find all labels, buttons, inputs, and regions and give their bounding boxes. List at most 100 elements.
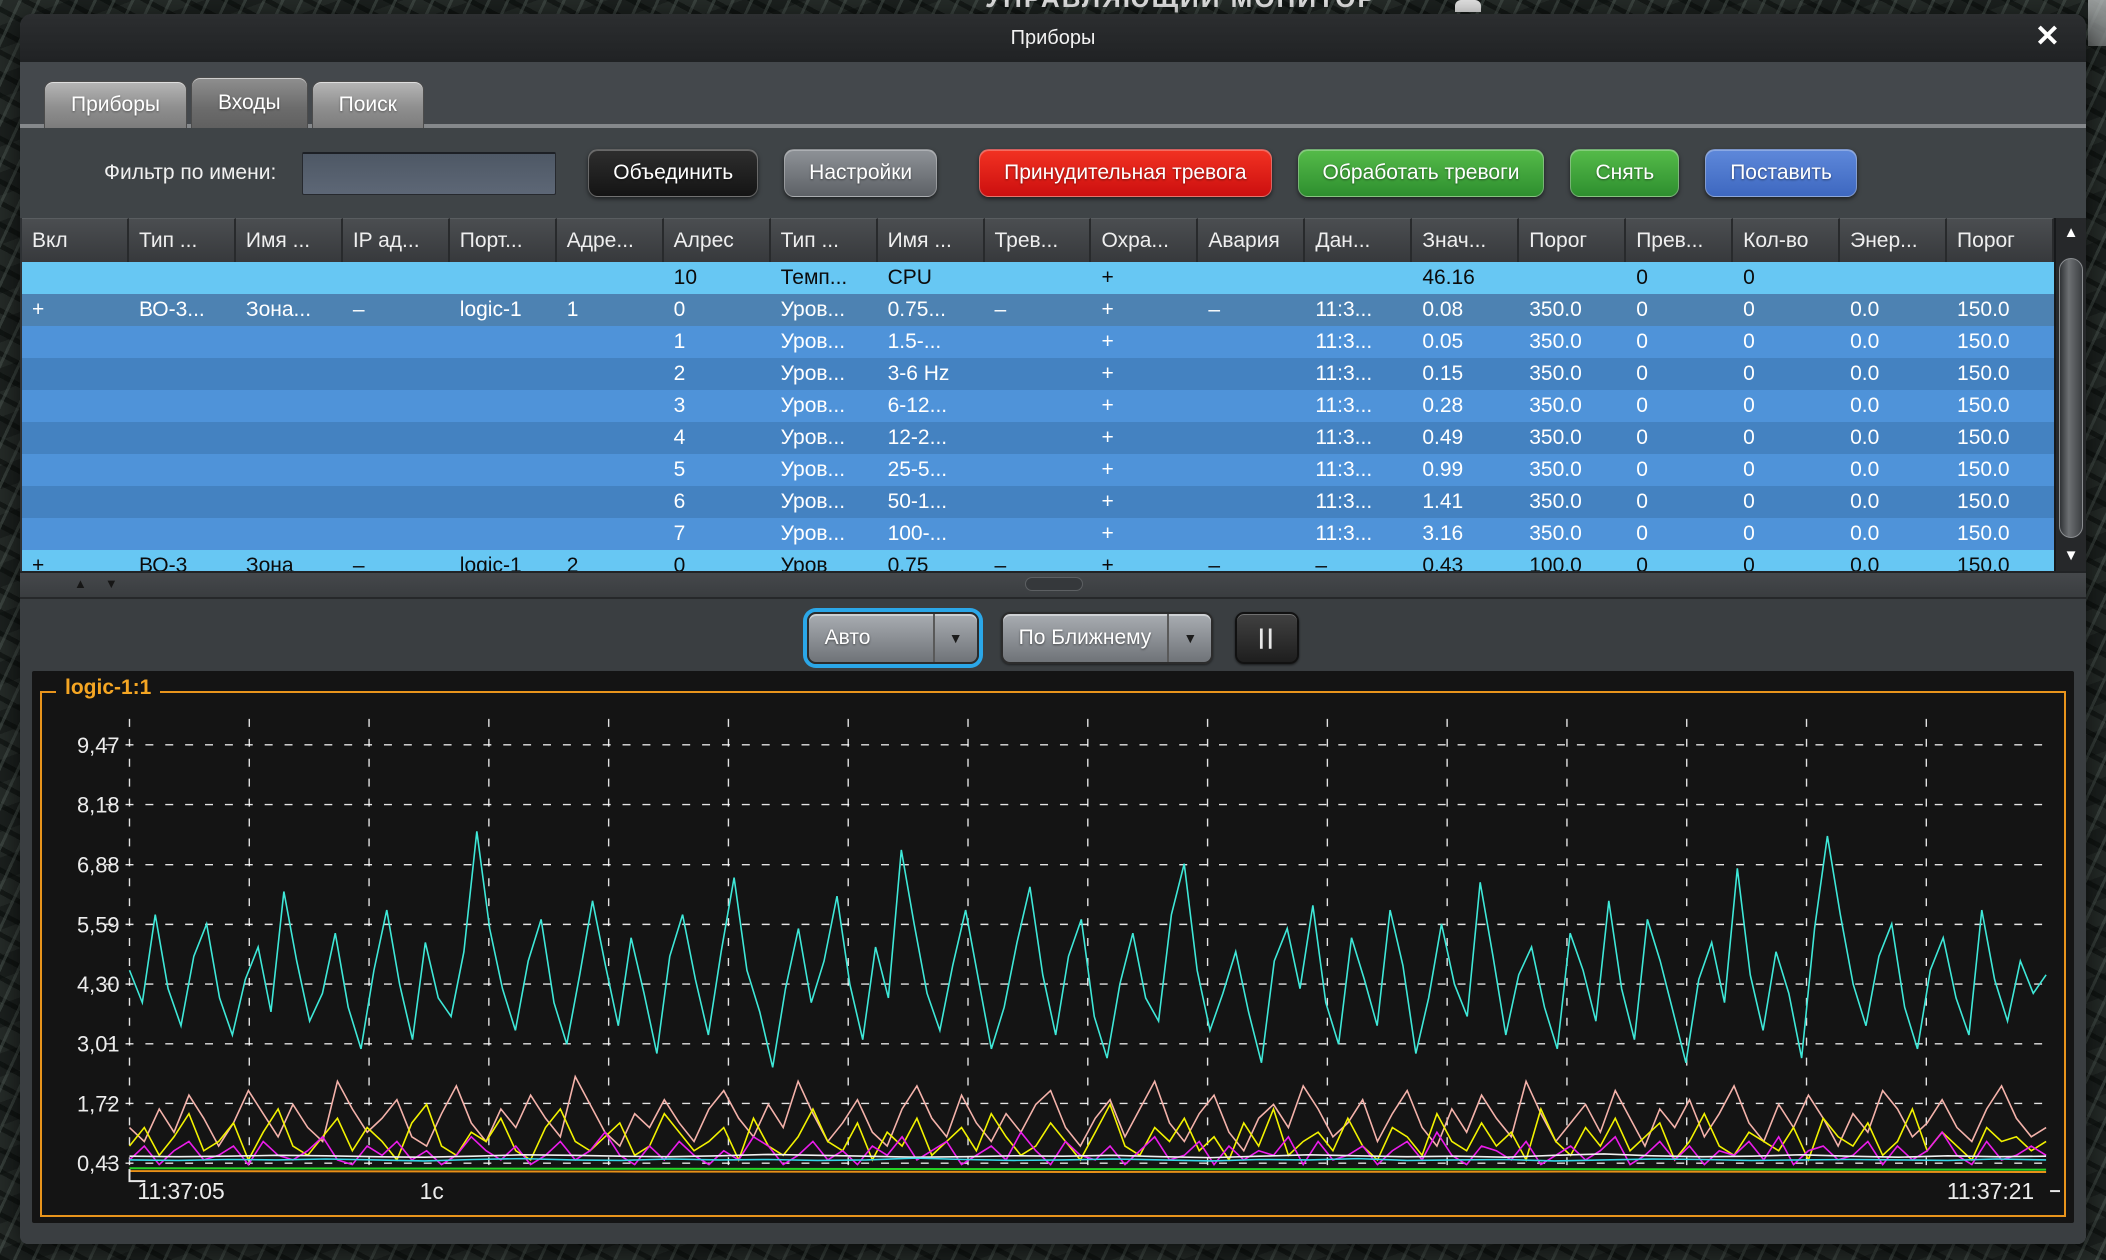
process-alarms-button[interactable]: Обработать тревоги bbox=[1298, 149, 1545, 197]
dialog-title: Приборы bbox=[1011, 27, 1096, 50]
svg-text:3,01: 3,01 bbox=[77, 1032, 120, 1057]
column-header[interactable]: Алрес bbox=[664, 218, 771, 262]
cell: + bbox=[1091, 486, 1198, 518]
column-header[interactable]: Порог bbox=[1947, 218, 2054, 262]
cell: 0 bbox=[1626, 422, 1733, 454]
cell bbox=[1198, 326, 1305, 358]
tab-inputs[interactable]: Входы bbox=[191, 77, 308, 128]
cell bbox=[557, 262, 664, 294]
cell: + bbox=[22, 550, 129, 571]
cell: Уров... bbox=[771, 422, 878, 454]
merge-button[interactable]: Объединить bbox=[588, 149, 758, 197]
scroll-up-icon[interactable]: ▲ bbox=[2056, 220, 2086, 246]
cell: 0.05 bbox=[1412, 326, 1519, 358]
cell: logic-1 bbox=[450, 550, 557, 571]
filter-input[interactable] bbox=[302, 152, 556, 195]
cell: 350.0 bbox=[1519, 390, 1626, 422]
column-header[interactable]: Имя ... bbox=[878, 218, 985, 262]
scale-mode-select[interactable]: Авто ▼ bbox=[807, 612, 979, 664]
cell: 3-6 Hz bbox=[878, 358, 985, 390]
cell: 0.43 bbox=[1412, 550, 1519, 571]
cell: 0.0 bbox=[1840, 390, 1947, 422]
tab-devices[interactable]: Приборы bbox=[44, 81, 187, 128]
scrollbar-thumb[interactable] bbox=[2059, 258, 2083, 538]
table-row[interactable]: 6Уров...50-1...+11:3...1.41350.0000.0150… bbox=[22, 486, 2054, 518]
column-header[interactable]: Знач... bbox=[1412, 218, 1519, 262]
table-row[interactable]: 2Уров...3-6 Hz+11:3...0.15350.0000.0150.… bbox=[22, 358, 2054, 390]
arm-button[interactable]: Поставить bbox=[1705, 149, 1857, 197]
column-header[interactable]: Тип ... bbox=[129, 218, 236, 262]
cell: 350.0 bbox=[1519, 518, 1626, 550]
cell: ВО-3... bbox=[129, 294, 236, 326]
cell bbox=[985, 486, 1092, 518]
cell: 7 bbox=[664, 518, 771, 550]
cell: 1.5-... bbox=[878, 326, 985, 358]
column-header[interactable]: Дан... bbox=[1305, 218, 1412, 262]
series-level-band-high bbox=[129, 831, 2046, 1067]
vertical-scrollbar[interactable]: ▲ ▼ bbox=[2054, 218, 2086, 571]
cell: Зона... bbox=[236, 294, 343, 326]
cell: Уров bbox=[771, 550, 878, 571]
table-row[interactable]: +ВО-3Зона–logic-120Уров0.75–+––0.43100.0… bbox=[22, 550, 2054, 571]
disarm-button[interactable]: Снять bbox=[1570, 149, 1679, 197]
cell bbox=[343, 486, 450, 518]
cell: – bbox=[1198, 294, 1305, 326]
cell: 0 bbox=[1733, 326, 1840, 358]
chart-svg: 9,478,186,885,594,303,011,720,4311:37:05… bbox=[44, 695, 2062, 1213]
cell: 150.0 bbox=[1947, 518, 2054, 550]
cell: 350.0 bbox=[1519, 326, 1626, 358]
cell: – bbox=[985, 294, 1092, 326]
cell: 0 bbox=[1733, 422, 1840, 454]
force-alarm-button[interactable]: Принудительная тревога bbox=[979, 149, 1271, 197]
cell bbox=[22, 422, 129, 454]
background-window-edge bbox=[2088, 0, 2106, 46]
pause-button[interactable]: || bbox=[1235, 612, 1299, 664]
column-header[interactable]: Охра... bbox=[1091, 218, 1198, 262]
splitter-down-icon[interactable]: ▼ bbox=[105, 576, 118, 591]
column-header[interactable]: Кол-во bbox=[1733, 218, 1840, 262]
cell: 4 bbox=[664, 422, 771, 454]
column-header[interactable]: Трев... bbox=[985, 218, 1092, 262]
cell: 0.75 bbox=[878, 550, 985, 571]
splitter-bar[interactable]: ▲ ▼ bbox=[20, 571, 2086, 599]
svg-text:11:37:05: 11:37:05 bbox=[137, 1178, 224, 1204]
cell: 0 bbox=[1733, 550, 1840, 571]
cell bbox=[1519, 262, 1626, 294]
scroll-down-icon[interactable]: ▼ bbox=[2056, 543, 2086, 569]
column-header[interactable]: Тип ... bbox=[771, 218, 878, 262]
splitter-handle[interactable] bbox=[1025, 577, 1083, 591]
cell bbox=[557, 422, 664, 454]
table-row[interactable]: 3Уров...6-12...+11:3...0.28350.0000.0150… bbox=[22, 390, 2054, 422]
table-row[interactable]: +ВО-3...Зона...–logic-110Уров...0.75...–… bbox=[22, 294, 2054, 326]
table-row[interactable]: 1Уров...1.5-...+11:3...0.05350.0000.0150… bbox=[22, 326, 2054, 358]
cell: Уров... bbox=[771, 326, 878, 358]
column-header[interactable]: IP ад... bbox=[343, 218, 450, 262]
cell: + bbox=[1091, 326, 1198, 358]
inputs-table: ВклТип ...Имя ...IP ад...Порт...Адре...А… bbox=[22, 218, 2054, 571]
filter-label: Фильтр по имени: bbox=[104, 161, 276, 185]
column-header[interactable]: Вкл bbox=[22, 218, 129, 262]
close-icon[interactable]: ✕ bbox=[2035, 20, 2060, 54]
cell bbox=[1947, 262, 2054, 294]
column-header[interactable]: Имя ... bbox=[236, 218, 343, 262]
tab-search[interactable]: Поиск bbox=[312, 81, 424, 128]
svg-text:9,47: 9,47 bbox=[77, 733, 120, 758]
column-header[interactable]: Порт... bbox=[450, 218, 557, 262]
column-header[interactable]: Авария bbox=[1198, 218, 1305, 262]
settings-button[interactable]: Настройки bbox=[784, 149, 937, 197]
cell bbox=[1198, 454, 1305, 486]
cell bbox=[343, 518, 450, 550]
table-row[interactable]: 7Уров...100-...+11:3...3.16350.0000.0150… bbox=[22, 518, 2054, 550]
table-row[interactable]: 5Уров...25-5...+11:3...0.99350.0000.0150… bbox=[22, 454, 2054, 486]
follow-mode-select[interactable]: По Ближнему ▼ bbox=[1001, 612, 1214, 664]
column-header[interactable]: Порог bbox=[1519, 218, 1626, 262]
table-row[interactable]: 4Уров...12-2...+11:3...0.49350.0000.0150… bbox=[22, 422, 2054, 454]
cell: 0 bbox=[1733, 358, 1840, 390]
splitter-up-icon[interactable]: ▲ bbox=[74, 576, 87, 591]
column-header[interactable]: Адре... bbox=[557, 218, 664, 262]
table-row[interactable]: 10Темп...CPU+46.1600 bbox=[22, 262, 2054, 294]
column-header[interactable]: Прев... bbox=[1626, 218, 1733, 262]
clipped-background-text: УПРАВЛЯЮЩИЙ МОНИТОР bbox=[985, 0, 1605, 13]
cell bbox=[236, 262, 343, 294]
column-header[interactable]: Энер... bbox=[1840, 218, 1947, 262]
